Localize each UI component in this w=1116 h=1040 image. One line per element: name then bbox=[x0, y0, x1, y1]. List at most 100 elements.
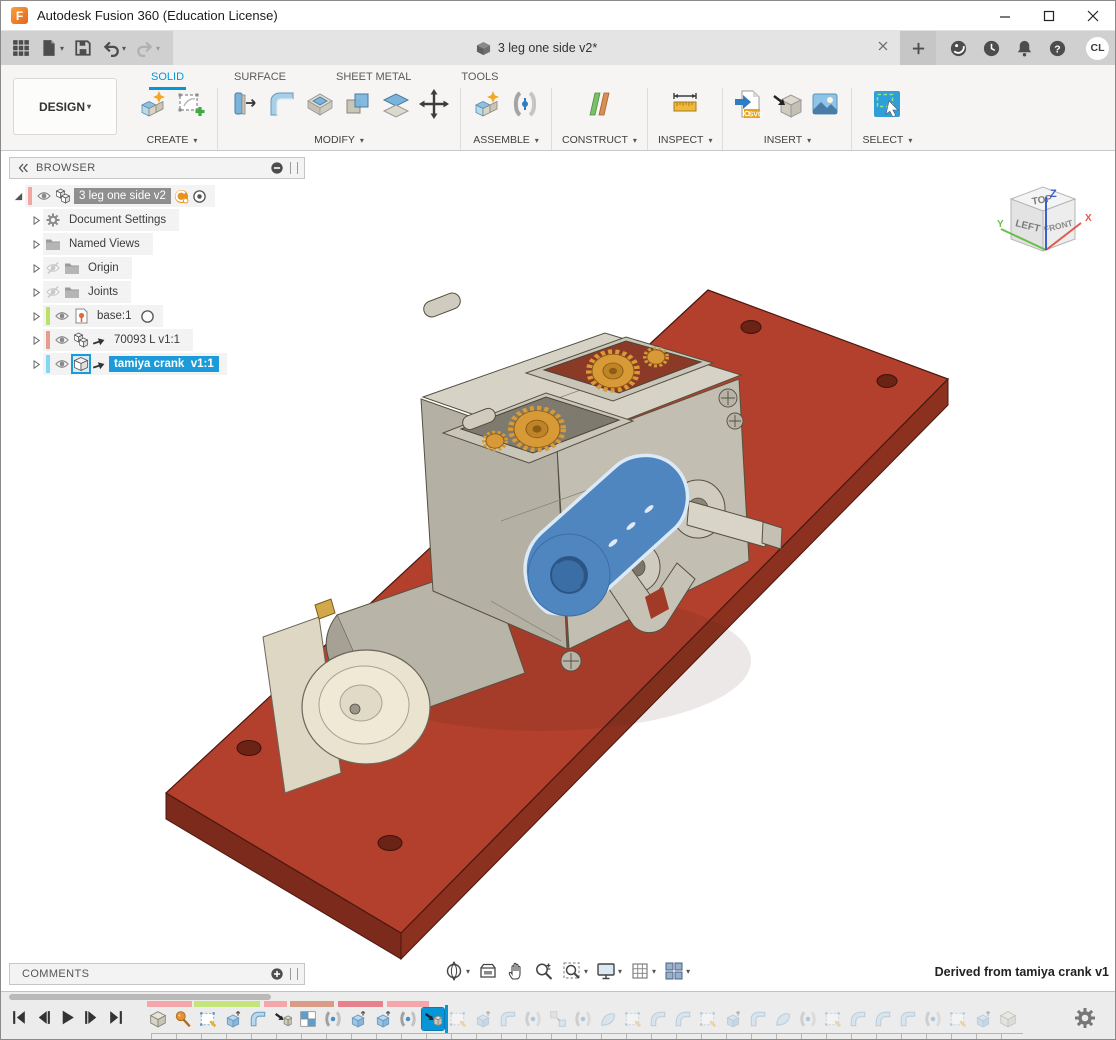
timeline-feature-fillet[interactable] bbox=[247, 1008, 269, 1030]
timeline-position-marker[interactable] bbox=[445, 1005, 448, 1033]
expander-closed-icon[interactable] bbox=[29, 262, 43, 275]
timeline-feature-joint[interactable] bbox=[572, 1008, 594, 1030]
ribbon-new-component-button[interactable] bbox=[137, 88, 169, 120]
eye-off-icon[interactable] bbox=[45, 284, 61, 300]
browser-header[interactable]: BROWSER bbox=[9, 157, 305, 179]
tab-sheet-metal[interactable]: SHEET METAL bbox=[334, 68, 413, 90]
timeline-feature-sketch[interactable] bbox=[822, 1008, 844, 1030]
panel-grip[interactable] bbox=[290, 968, 298, 980]
avatar[interactable]: CL bbox=[1086, 37, 1109, 60]
playback-go-to-start-button[interactable] bbox=[11, 1009, 28, 1026]
ribbon-measure-button[interactable] bbox=[669, 88, 701, 120]
expander-closed-icon[interactable] bbox=[29, 214, 43, 227]
timeline-feature-component[interactable] bbox=[997, 1008, 1019, 1030]
tab-tools[interactable]: TOOLS bbox=[459, 68, 500, 90]
expander-closed-icon[interactable] bbox=[29, 310, 43, 323]
timeline-feature-sweep[interactable] bbox=[847, 1008, 869, 1030]
ribbon-create-sketch-button[interactable] bbox=[175, 88, 207, 120]
ribbon-shell-button[interactable] bbox=[304, 88, 336, 120]
nav-display-settings-button[interactable]: ▾ bbox=[593, 959, 625, 983]
timeline-feature-extrude[interactable] bbox=[347, 1008, 369, 1030]
qat-app-launcher-button[interactable] bbox=[7, 31, 35, 65]
browser-row-joints[interactable]: Joints bbox=[9, 280, 305, 304]
timeline-scrollbar[interactable] bbox=[9, 994, 271, 1000]
document-tab-close-icon[interactable] bbox=[876, 39, 890, 53]
design-workspace-menu[interactable]: DESIGN ▾ bbox=[13, 78, 117, 135]
timeline-feature-sketch[interactable] bbox=[697, 1008, 719, 1030]
panel-grip[interactable] bbox=[290, 162, 298, 174]
ribbon-insert-canvas-button[interactable] bbox=[809, 88, 841, 120]
browser-row-origin[interactable]: Origin bbox=[9, 256, 305, 280]
unsaved-icon[interactable] bbox=[174, 189, 189, 204]
nav-viewports-button[interactable]: ▾ bbox=[661, 959, 693, 983]
ribbon-combine-button[interactable] bbox=[342, 88, 374, 120]
ribbon-move-copy-button[interactable] bbox=[418, 88, 450, 120]
timeline-feature-derive[interactable] bbox=[422, 1008, 444, 1030]
timeline-feature-fillet[interactable] bbox=[747, 1008, 769, 1030]
nav-fit-button[interactable]: ▾ bbox=[559, 959, 591, 983]
display-toggle-icon[interactable] bbox=[270, 161, 284, 175]
timeline-feature-extrude[interactable] bbox=[372, 1008, 394, 1030]
timeline-feature-extrude[interactable] bbox=[972, 1008, 994, 1030]
timeline-feature-joint[interactable] bbox=[322, 1008, 344, 1030]
radio-on-icon[interactable] bbox=[192, 189, 207, 204]
qat-save-button[interactable] bbox=[69, 31, 97, 65]
viewport-canvas[interactable]: BROWSER 3 leg one side v2Document Settin… bbox=[1, 151, 1116, 991]
collapse-panel-icon[interactable] bbox=[16, 161, 30, 175]
expander-closed-icon[interactable] bbox=[29, 286, 43, 299]
add-comment-icon[interactable] bbox=[270, 967, 284, 981]
ribbon-offset-face-button[interactable] bbox=[380, 88, 412, 120]
ribbon-construction-plane-button[interactable] bbox=[583, 88, 615, 120]
timeline-feature-joint[interactable] bbox=[922, 1008, 944, 1030]
browser-row-3-leg-one-side-v2[interactable]: 3 leg one side v2 bbox=[9, 184, 305, 208]
ribbon-group-label[interactable]: MODIFY▾ bbox=[314, 134, 364, 146]
playback-go-to-end-button[interactable] bbox=[107, 1009, 124, 1026]
browser-row-base-1[interactable]: base:1 bbox=[9, 304, 305, 328]
job-status-button[interactable] bbox=[975, 39, 1008, 58]
eye-icon[interactable] bbox=[54, 308, 70, 324]
nav-pan-button[interactable] bbox=[503, 959, 529, 983]
timeline-feature-sketch[interactable] bbox=[447, 1008, 469, 1030]
new-tab-button[interactable] bbox=[900, 31, 936, 65]
timeline-feature-fillet[interactable] bbox=[497, 1008, 519, 1030]
timeline-feature-joint[interactable] bbox=[522, 1008, 544, 1030]
timeline-feature-extrude[interactable] bbox=[472, 1008, 494, 1030]
qat-undo-button[interactable]: ▾ bbox=[97, 31, 131, 65]
help-button[interactable] bbox=[1041, 39, 1074, 58]
eye-icon[interactable] bbox=[36, 188, 52, 204]
timeline-feature-fillet[interactable] bbox=[897, 1008, 919, 1030]
tab-solid[interactable]: SOLID bbox=[149, 68, 186, 90]
ribbon-group-label[interactable]: INSERT▾ bbox=[764, 134, 811, 146]
browser-row-document-settings[interactable]: Document Settings bbox=[9, 208, 305, 232]
timeline-feature-sketch[interactable] bbox=[947, 1008, 969, 1030]
timeline-feature-form[interactable] bbox=[772, 1008, 794, 1030]
browser-row-named-views[interactable]: Named Views bbox=[9, 232, 305, 256]
timeline-feature-extrude[interactable] bbox=[722, 1008, 744, 1030]
nav-orbit-button[interactable]: ▾ bbox=[441, 959, 473, 983]
timeline-feature-form[interactable] bbox=[597, 1008, 619, 1030]
ribbon-insert-derive-button[interactable] bbox=[771, 88, 803, 120]
ribbon-group-label[interactable]: CREATE▾ bbox=[147, 134, 198, 146]
timeline-settings-button[interactable] bbox=[1073, 1006, 1097, 1030]
comments-header[interactable]: COMMENTS bbox=[9, 963, 305, 985]
tab-surface[interactable]: SURFACE bbox=[232, 68, 288, 90]
extensions-button[interactable] bbox=[942, 39, 975, 58]
timeline-feature-sketch[interactable] bbox=[197, 1008, 219, 1030]
playback-step-forward-button[interactable] bbox=[83, 1009, 100, 1026]
eye-off-icon[interactable] bbox=[45, 260, 61, 276]
ribbon-group-label[interactable]: CONSTRUCT▾ bbox=[562, 134, 637, 146]
timeline-feature-joint[interactable] bbox=[397, 1008, 419, 1030]
timeline-feature-pin[interactable] bbox=[172, 1008, 194, 1030]
eye-icon[interactable] bbox=[54, 332, 70, 348]
qat-redo-button[interactable]: ▾ bbox=[131, 31, 165, 65]
expander-closed-icon[interactable] bbox=[29, 358, 43, 371]
timeline-feature-derive[interactable] bbox=[272, 1008, 294, 1030]
expander-closed-icon[interactable] bbox=[29, 334, 43, 347]
timeline-feature-sketch[interactable] bbox=[622, 1008, 644, 1030]
nav-zoom-button[interactable] bbox=[531, 959, 557, 983]
timeline-feature-appearance[interactable] bbox=[297, 1008, 319, 1030]
ribbon-group-label[interactable]: SELECT▾ bbox=[862, 134, 912, 146]
ribbon-select-button[interactable] bbox=[871, 88, 903, 120]
viewcube[interactable]: TOP LEFT FRONT Y X Z bbox=[993, 167, 1103, 277]
timeline-feature-component[interactable] bbox=[147, 1008, 169, 1030]
